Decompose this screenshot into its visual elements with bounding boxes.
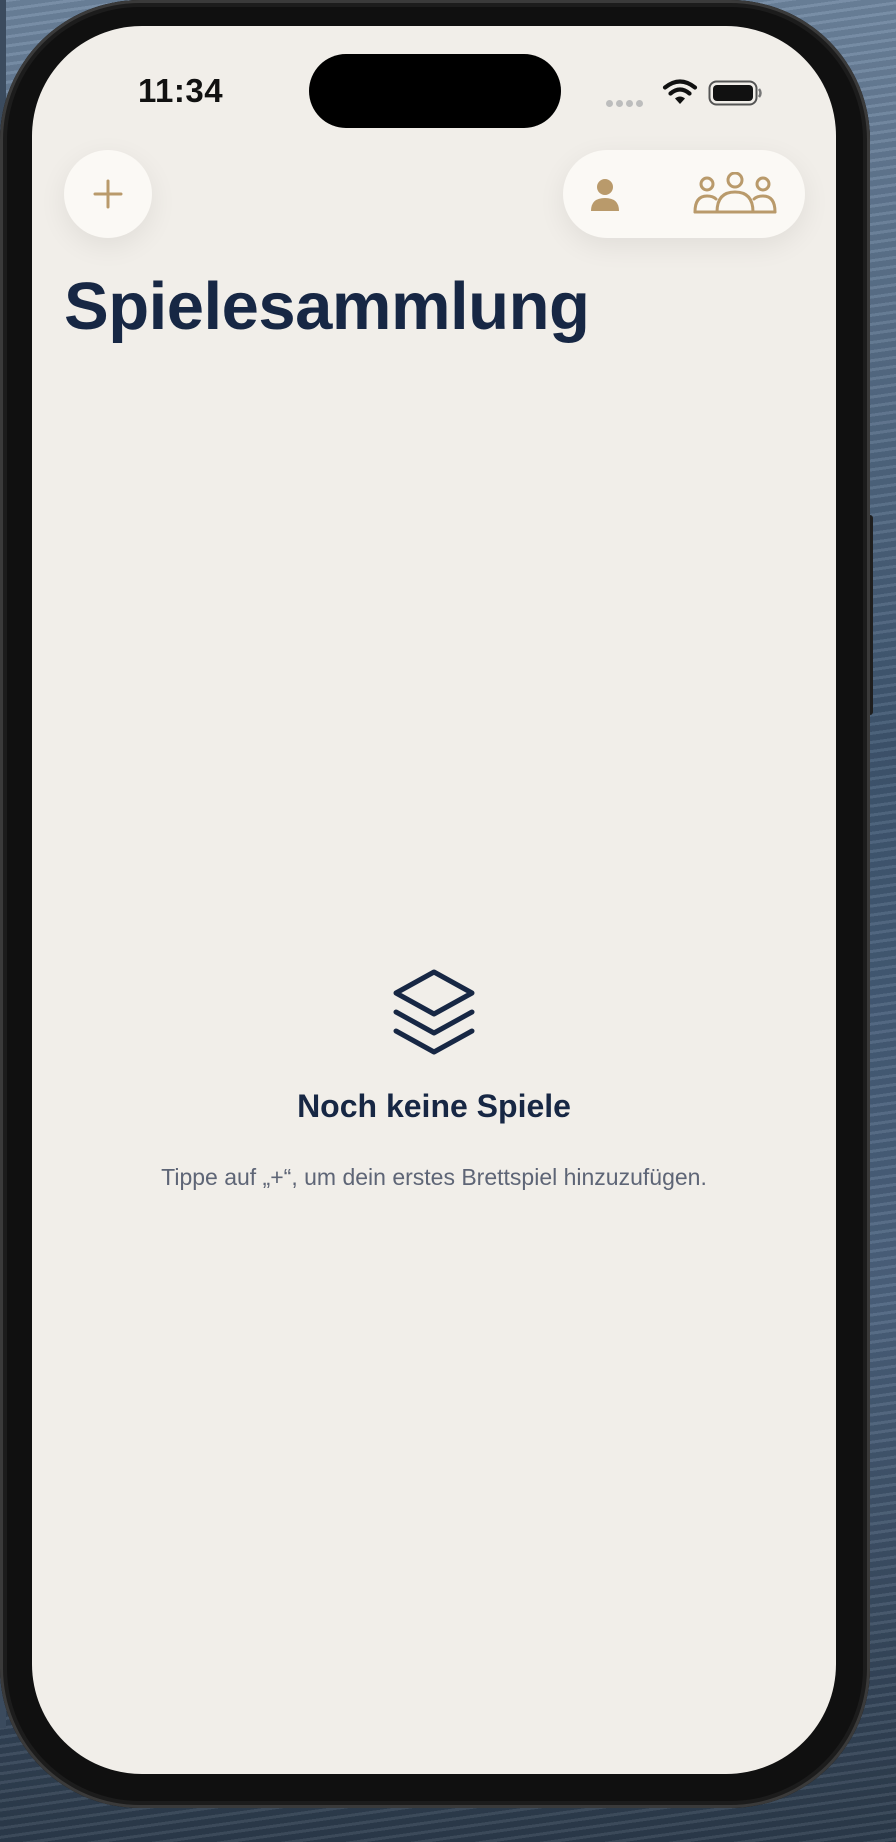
add-game-button[interactable] <box>64 150 152 238</box>
profile-group-selector <box>563 150 805 238</box>
battery-icon <box>708 80 762 106</box>
status-time: 11:34 <box>138 72 224 109</box>
app-screen: 11:34 Spielesammlung Noch keine Spiele T… <box>32 26 836 1774</box>
page-title: Spielesammlung <box>64 269 590 344</box>
person-3-icon[interactable] <box>693 172 777 214</box>
person-fill-icon[interactable] <box>589 178 621 212</box>
plus-icon <box>93 179 123 209</box>
phone-frame: 11:34 Spielesammlung Noch keine Spiele T… <box>0 0 870 1808</box>
empty-state-hint: Tippe auf „+“, um dein erstes Brettspiel… <box>161 1164 707 1190</box>
status-icons <box>606 78 786 108</box>
dynamic-island <box>309 54 561 128</box>
cellular-signal-icon <box>606 94 646 112</box>
stack-icon <box>393 969 475 1055</box>
wifi-icon <box>662 79 698 104</box>
empty-state-title: Noch keine Spiele <box>297 1088 571 1124</box>
